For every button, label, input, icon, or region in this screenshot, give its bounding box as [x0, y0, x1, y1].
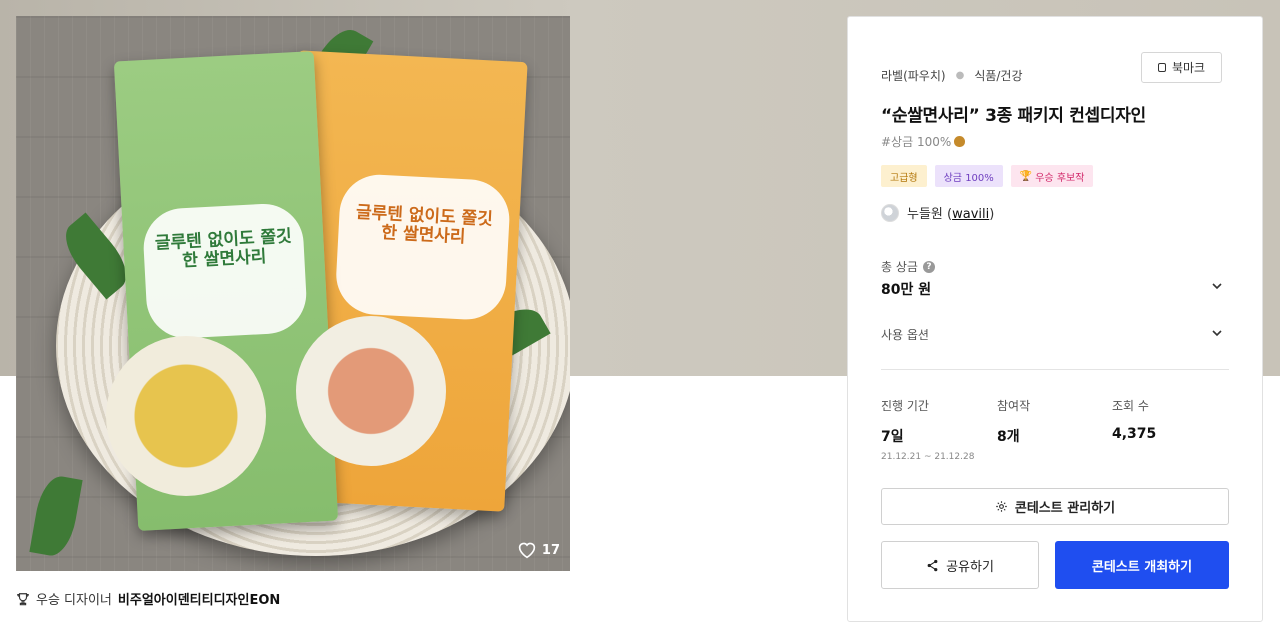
stat-views: 조회 수 4,375: [1112, 397, 1222, 442]
manage-contest-label: 콘테스트 관리하기: [1014, 501, 1116, 516]
package-text: 글루텐 없이도 쫄깃한 쌀면사리: [355, 202, 494, 247]
designer-name[interactable]: 비주얼아이덴티티디자인EON: [118, 589, 280, 608]
winner-designer: 우승 디자이너 비주얼아이덴티티디자인EON: [16, 589, 280, 608]
divider: [881, 369, 1229, 370]
host-info: 누들원 (wavili): [881, 203, 994, 222]
option-label: 사용 옵션: [881, 328, 929, 342]
host-handle-link[interactable]: wavili: [952, 207, 989, 222]
badge-candidate: 🏆 우승 후보작: [1010, 165, 1094, 187]
stat-value: 8개: [997, 429, 1020, 445]
noodle-bowl: [106, 336, 266, 496]
stat-label: 진행 기간: [881, 399, 929, 413]
bookmark-label: 북마크: [1171, 61, 1206, 75]
designer-prefix: 우승 디자이너: [36, 593, 112, 608]
leaf-decoration: [29, 473, 83, 559]
host-contest-label: 콘테스트 개최하기: [1091, 559, 1193, 575]
stat-date-range: 21.12.21 ~ 21.12.28: [881, 452, 975, 462]
trophy-icon: 🏆: [1019, 170, 1033, 182]
badge-list: 고급형 상금 100% 🏆 우승 후보작: [881, 165, 1094, 187]
host-close: ): [989, 207, 995, 222]
like-count: 17: [541, 542, 560, 558]
prize-label: 총 상금 ?: [881, 258, 935, 275]
contest-info-card: 라벨(파우치) ● 식품/건강 북마크 “순쌀면사리” 3종 패키지 컨셉디자인…: [847, 16, 1263, 622]
host-name: 누들원 (: [907, 207, 953, 222]
hashtag-text: #상금 100%: [881, 135, 952, 149]
heart-icon: [518, 542, 536, 559]
chevron-down-icon[interactable]: [1210, 326, 1224, 340]
share-icon: [927, 559, 938, 571]
contest-title: “순쌀면사리” 3종 패키지 컨셉디자인: [881, 106, 1146, 126]
prize-label-text: 총 상금: [881, 260, 918, 274]
manage-contest-button[interactable]: 콘테스트 관리하기: [881, 488, 1229, 525]
bookmark-icon: [1157, 63, 1166, 72]
bookmark-button[interactable]: 북마크: [1141, 52, 1222, 83]
gear-icon: [996, 501, 1007, 512]
badge-candidate-label: 우승 후보작: [1035, 172, 1085, 184]
stat-label: 참여작: [997, 399, 1031, 413]
prize-value: 80만 원: [881, 282, 932, 298]
avatar: [881, 203, 899, 222]
like-button[interactable]: 17: [517, 541, 560, 559]
question-icon[interactable]: ?: [922, 260, 935, 273]
stat-entries: 참여작 8개: [997, 397, 1107, 446]
hashtag: #상금 100%: [881, 133, 966, 150]
category-primary[interactable]: 라벨(파우치): [881, 67, 946, 84]
product-image[interactable]: 글루텐 없이도 쫄깃한 쌀면사리 글루텐 없이도 쫄깃한 쌀면사리 17: [16, 16, 570, 571]
share-label: 공유하기: [946, 559, 994, 575]
trophy-icon: [17, 592, 29, 605]
host-contest-button[interactable]: 콘테스트 개최하기: [1055, 541, 1229, 589]
breadcrumb: 라벨(파우치) ● 식품/건강: [881, 67, 1023, 84]
stat-label: 조회 수: [1112, 399, 1149, 413]
share-button[interactable]: 공유하기: [881, 541, 1039, 589]
badge-prize: 상금 100%: [934, 165, 1003, 187]
badge-premium: 고급형: [881, 165, 927, 187]
noodle-bowl: [296, 316, 446, 466]
stat-value: 7일: [881, 429, 904, 445]
separator-dot: ●: [955, 70, 965, 81]
coin-bag-icon: [954, 136, 966, 147]
chevron-down-icon[interactable]: [1210, 279, 1224, 293]
category-secondary[interactable]: 식품/건강: [974, 67, 1022, 84]
stat-duration: 진행 기간 7일 21.12.21 ~ 21.12.28: [881, 397, 991, 462]
package-text: 글루텐 없이도 쫄깃한 쌀면사리: [154, 226, 293, 271]
stat-value: 4,375: [1112, 426, 1157, 442]
